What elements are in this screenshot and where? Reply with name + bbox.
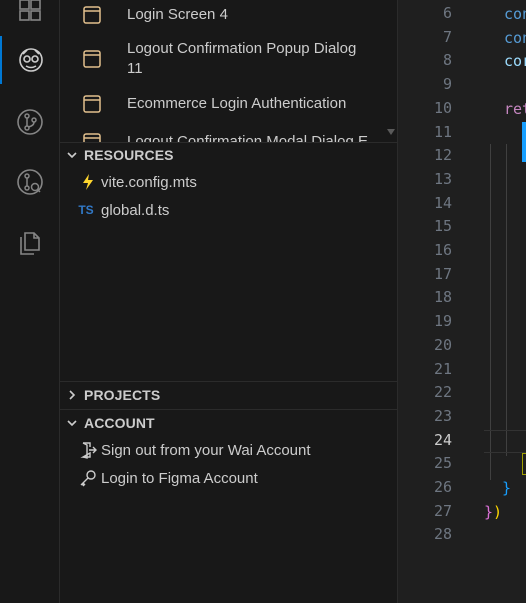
sign-out-item[interactable]: Sign out from your Wai Account: [60, 436, 398, 464]
sign-out-label: Sign out from your Wai Account: [101, 441, 311, 459]
chevron-right-icon: [60, 389, 84, 401]
projects-section-header[interactable]: PROJECTS: [60, 381, 398, 409]
list-item[interactable]: Ecommerce Login Authentication: [60, 92, 390, 118]
screen-file-icon: [83, 6, 101, 24]
current-line-highlight: [484, 430, 526, 431]
screen-file-icon: [83, 95, 101, 113]
account-section-header[interactable]: ACCOUNT: [60, 409, 398, 437]
closing-brace: }: [502, 479, 512, 497]
resources-section-header[interactable]: RESOURCES: [60, 141, 398, 169]
source-control-icon[interactable]: [0, 98, 60, 146]
list-item-label: Login Screen 4: [127, 6, 228, 23]
line-number: 21: [433, 359, 452, 378]
key-icon: [78, 469, 98, 487]
line-number: 24: [433, 430, 452, 449]
resources-title: RESOURCES: [84, 147, 174, 163]
indent-guide: [506, 144, 507, 456]
closing-paren: ): [493, 503, 503, 521]
line-number: 23: [433, 406, 452, 425]
current-line-highlight: [484, 452, 526, 453]
line-number: 19: [433, 312, 452, 331]
projects-title: PROJECTS: [84, 387, 161, 403]
activity-bar: [0, 0, 60, 603]
line-number: 16: [433, 241, 452, 259]
vite-icon: [78, 173, 98, 191]
chevron-down-icon: [60, 417, 84, 429]
line-number: 22: [433, 383, 452, 402]
closing-brace: }: [484, 503, 494, 521]
line-number: 14: [433, 193, 452, 212]
chevron-down-icon: [60, 149, 84, 161]
list-item[interactable]: Logout Confirmation Popup Dialog 11: [60, 38, 390, 82]
code-token-fragment: [522, 122, 526, 162]
line-number: 8: [442, 51, 452, 70]
line-number: 18: [433, 288, 452, 307]
account-title: ACCOUNT: [84, 415, 155, 431]
list-item-label: Ecommerce Login Authentication: [127, 95, 347, 112]
line-number: 7: [442, 27, 452, 46]
scroll-down-arrow-icon[interactable]: [386, 128, 396, 136]
sign-out-icon: [78, 441, 98, 459]
code-editor[interactable]: 6 7 8 9 10 11 12 13 14 15 16 17 18 19 20 21 22 23 24 25 26 27…: [398, 0, 526, 603]
code-token: con: [504, 29, 526, 47]
file-name: vite.config.mts: [101, 173, 197, 191]
line-number: 28: [433, 525, 452, 544]
line-number: 10: [433, 98, 452, 117]
line-number: 27: [433, 501, 452, 520]
list-item[interactable]: Login Screen 4: [60, 2, 390, 28]
code-token: cor: [504, 52, 526, 70]
code-token: ret: [504, 100, 526, 118]
file-name: global.d.ts: [101, 201, 170, 219]
explorer-icon[interactable]: [0, 218, 60, 266]
bracket-match-marker: [522, 453, 526, 475]
line-number: 12: [433, 146, 452, 165]
extensions-icon[interactable]: [0, 0, 60, 34]
line-number: 25: [433, 454, 452, 473]
typescript-icon: TS: [78, 203, 94, 217]
figma-login-item[interactable]: Login to Figma Account: [60, 464, 398, 492]
line-number: 20: [433, 335, 452, 354]
line-number: 17: [433, 264, 452, 283]
sidebar: Login Screen 4 Logout Confirmation Popup…: [60, 0, 398, 603]
file-item[interactable]: TS global.d.ts: [60, 196, 398, 224]
line-number: 26: [433, 478, 452, 496]
code-token: con: [504, 5, 526, 23]
file-item[interactable]: vite.config.mts: [60, 168, 398, 196]
line-number: 15: [433, 217, 452, 236]
wai-avatar-icon[interactable]: [0, 36, 60, 84]
screen-file-icon: [83, 50, 101, 68]
figma-login-label: Login to Figma Account: [101, 469, 258, 487]
line-number: 9: [442, 75, 452, 94]
line-number: 6: [442, 4, 452, 22]
list-item-label: Logout Confirmation Popup Dialog 11: [127, 40, 357, 77]
pull-request-icon[interactable]: [0, 158, 60, 206]
line-number: 11: [433, 122, 452, 141]
line-number: 13: [433, 169, 452, 188]
